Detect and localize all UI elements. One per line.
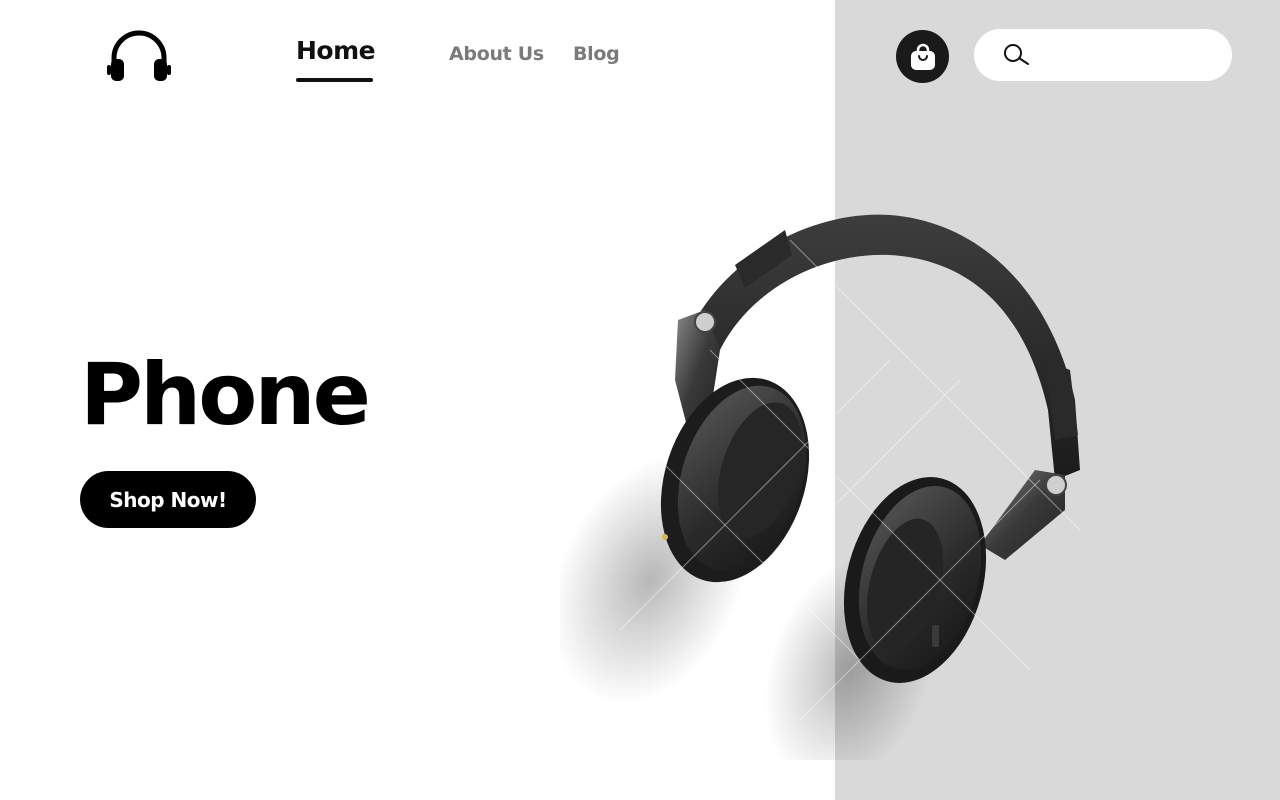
- logo-headphones-icon[interactable]: [106, 28, 172, 84]
- nav-active-underline: [296, 78, 373, 82]
- hero-title: Phone: [80, 345, 371, 445]
- shop-now-button[interactable]: Shop Now!: [80, 471, 256, 528]
- headphones-product-image: [560, 214, 1081, 760]
- search-box[interactable]: [974, 29, 1232, 81]
- nav-home-link[interactable]: Home: [296, 36, 376, 65]
- shopping-bag-icon: [910, 43, 935, 70]
- nav-blog-link[interactable]: Blog: [573, 43, 620, 65]
- cart-button[interactable]: [896, 30, 949, 83]
- search-icon[interactable]: [1002, 42, 1030, 68]
- nav-about-link[interactable]: About Us: [449, 43, 544, 65]
- search-input[interactable]: [1040, 39, 1210, 71]
